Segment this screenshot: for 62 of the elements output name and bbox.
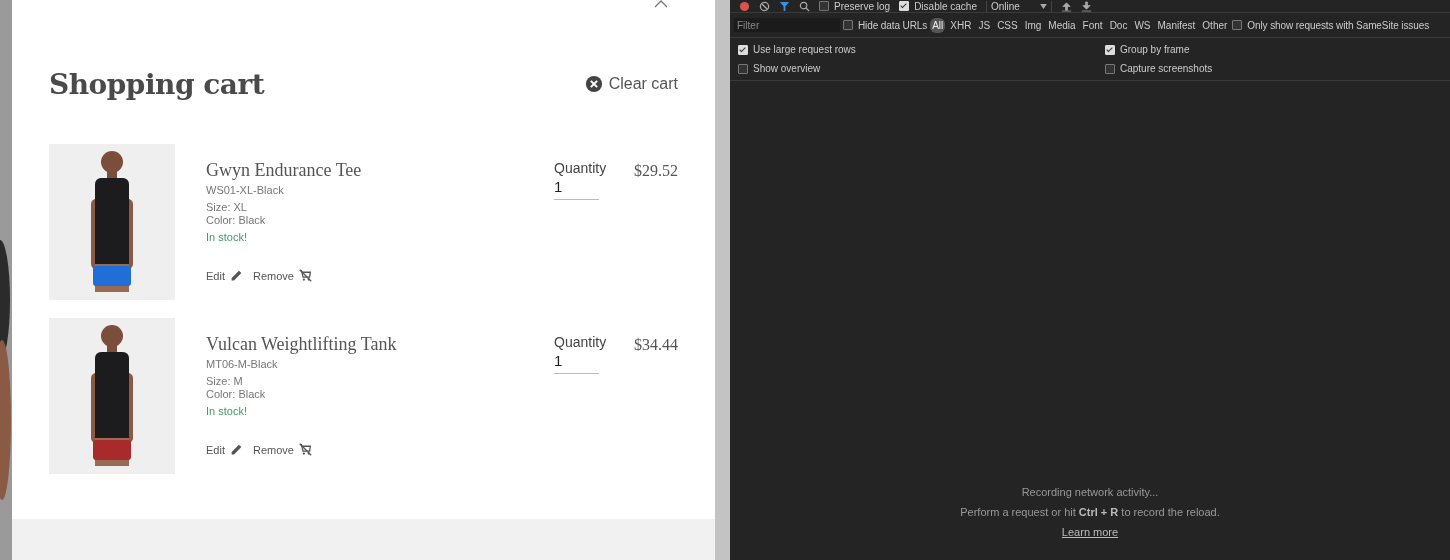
type-filter-tab[interactable]: All [930, 17, 946, 33]
cart-remove-icon [298, 443, 312, 456]
checkbox-label: Capture screenshots [1120, 63, 1213, 74]
product-name[interactable]: Vulcan Weightlifting Tank [206, 334, 554, 355]
caret-icon [1039, 3, 1047, 9]
product-price: $29.52 [634, 161, 678, 181]
type-filter-tab[interactable]: CSS [995, 17, 1020, 33]
checkbox-label: Use large request rows [753, 44, 856, 55]
close-circle-icon [584, 75, 603, 93]
product-size: Size: XL [206, 201, 248, 214]
upload-icon[interactable] [1060, 0, 1072, 12]
quantity-label: Quantity [554, 334, 608, 350]
checkbox-label: Only show requests with SameSite issues [1247, 19, 1430, 31]
download-icon[interactable] [1080, 0, 1092, 12]
checkbox-label: Hide data URLs [858, 19, 928, 31]
clear-icon[interactable] [759, 0, 770, 12]
type-filter-tab[interactable]: XHR [948, 17, 974, 33]
product-price: $34.44 [634, 335, 678, 355]
type-filter-tab[interactable]: Other [1200, 17, 1230, 33]
type-filter-tab[interactable]: Font [1080, 17, 1105, 33]
cart-title: Shopping cart [49, 67, 265, 101]
record-icon[interactable] [739, 0, 750, 12]
checkbox-label: Group by frame [1120, 44, 1190, 55]
checkbox[interactable] [1105, 63, 1115, 74]
type-filter-tab[interactable]: WS [1132, 17, 1153, 33]
search-icon[interactable] [799, 0, 810, 12]
recording-message: Recording network activity... [1021, 486, 1159, 498]
edit-button[interactable]: Edit [206, 269, 243, 282]
reload-hint: Perform a request or hit Ctrl + R to record the reload. [960, 506, 1220, 518]
checkbox-label: Preserve log [834, 0, 891, 12]
throttling-dropdown[interactable]: Online [985, 0, 1052, 12]
stock-status: In stock! [206, 405, 248, 417]
checkbox[interactable] [819, 1, 829, 11]
type-filter-tab[interactable]: Manifest [1155, 17, 1198, 33]
filter-icon[interactable] [779, 0, 790, 12]
remove-button[interactable]: Remove [252, 443, 312, 456]
quantity-label: Quantity [554, 160, 608, 176]
product-name[interactable]: Gwyn Endurance Tee [206, 160, 554, 181]
type-filter-tab[interactable]: Media [1046, 17, 1078, 33]
pencil-icon [229, 443, 243, 456]
product-sku: MT06-M-Black [206, 358, 279, 371]
checkbox[interactable] [738, 63, 748, 74]
checkbox-label: Show overview [753, 63, 821, 74]
stock-status: In stock! [206, 231, 248, 243]
pencil-icon [229, 269, 243, 282]
type-filter-tab[interactable]: Doc [1107, 17, 1130, 33]
product-color: Color: Black [206, 214, 267, 227]
type-filter-tab[interactable]: Img [1022, 17, 1044, 33]
cart-remove-icon [298, 269, 312, 282]
product-sku: WS01-XL-Black [206, 184, 285, 197]
learn-more-link[interactable]: Learn more [1061, 526, 1119, 538]
close-icon[interactable] [654, 0, 668, 8]
checkbox[interactable] [843, 20, 853, 30]
checkbox-label: Disable cache [914, 0, 977, 12]
product-color: Color: Black [206, 388, 267, 401]
edit-button[interactable]: Edit [206, 443, 243, 456]
remove-button[interactable]: Remove [252, 269, 312, 282]
checkbox[interactable] [1232, 20, 1243, 30]
type-filter-tab[interactable]: JS [976, 17, 993, 33]
filter-field[interactable]: Filter [734, 18, 840, 32]
clear-cart-button[interactable]: Clear cart [584, 75, 678, 93]
product-size: Size: M [206, 375, 244, 388]
